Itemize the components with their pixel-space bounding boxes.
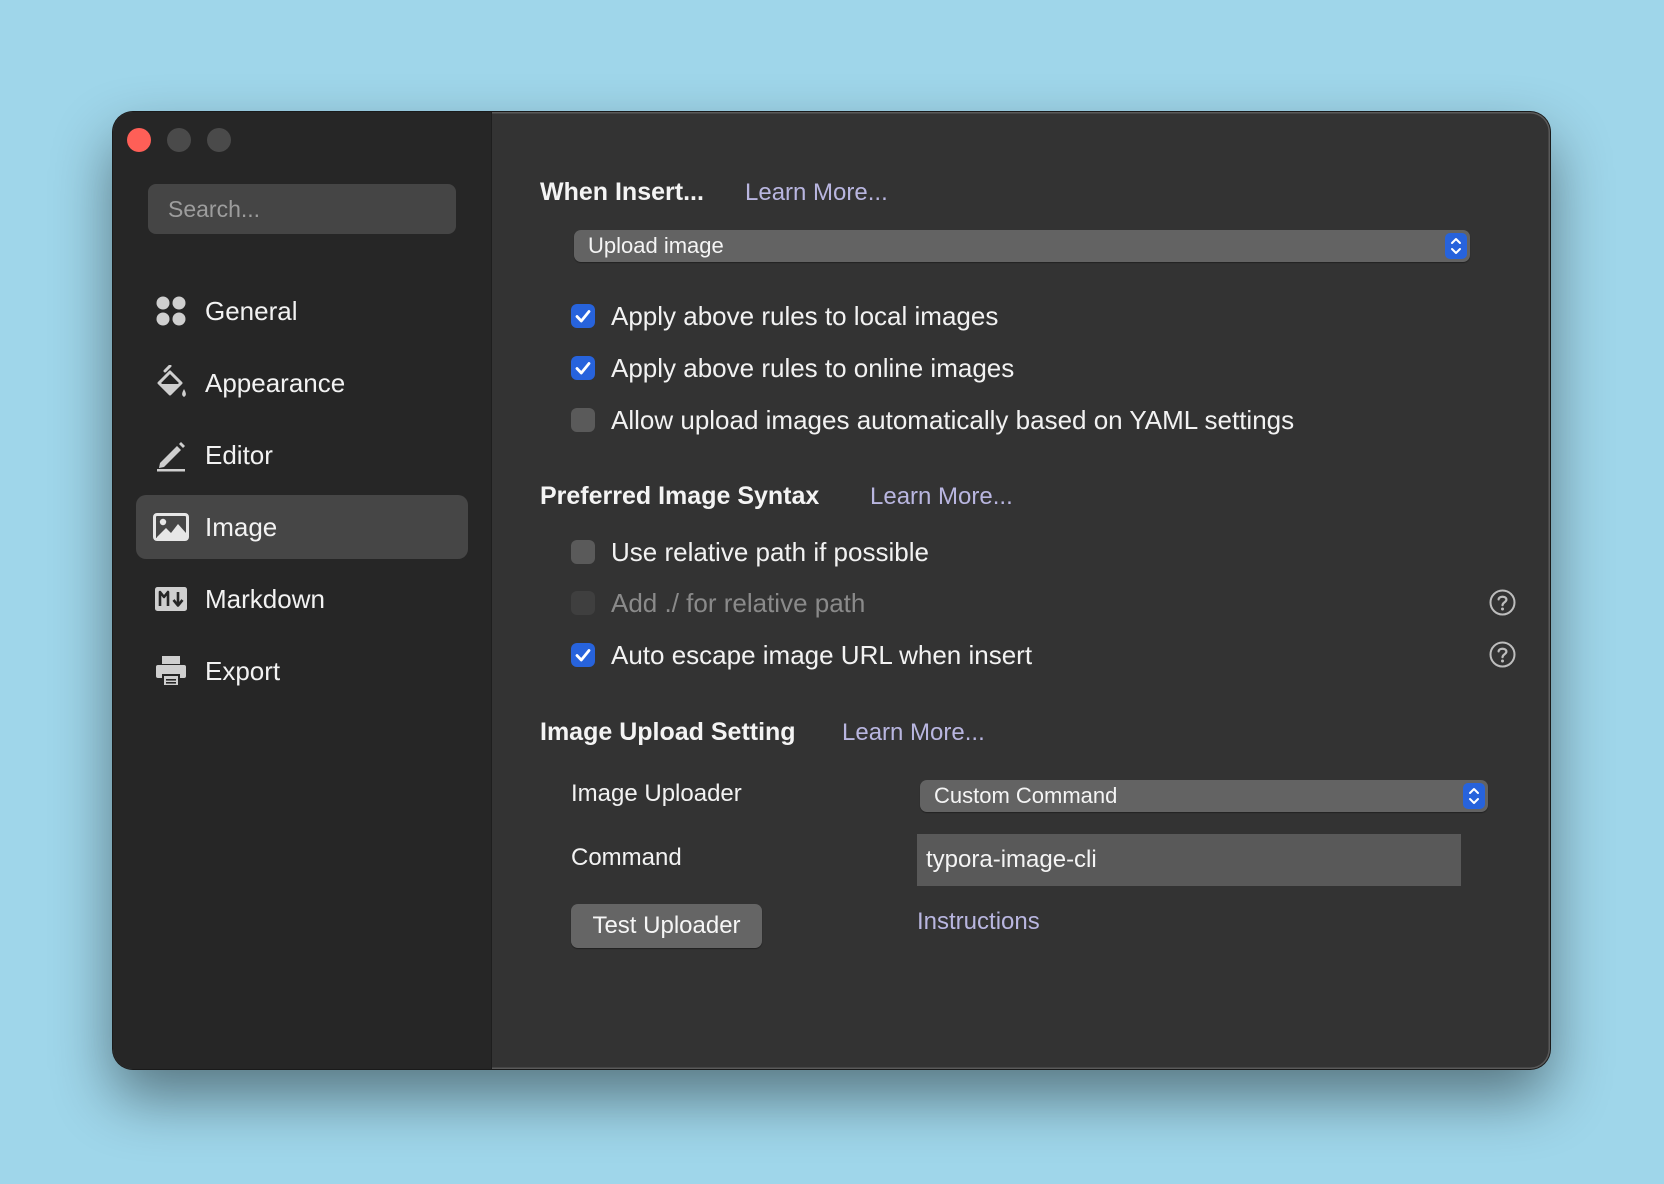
command-label: Command bbox=[571, 844, 682, 871]
sidebar-item-image[interactable]: Image bbox=[136, 495, 468, 559]
when-insert-learn-more-link[interactable]: Learn More... bbox=[745, 179, 888, 207]
when-insert-title: When Insert... bbox=[540, 178, 704, 206]
local-images-checkbox[interactable] bbox=[571, 304, 595, 328]
upload-setting-title: Image Upload Setting bbox=[540, 718, 796, 746]
sidebar-item-label: Export bbox=[205, 656, 281, 686]
auto-escape-checkbox[interactable] bbox=[571, 643, 595, 667]
relative-path-label: Use relative path if possible bbox=[611, 537, 929, 567]
instructions-link[interactable]: Instructions bbox=[917, 908, 1040, 936]
sidebar: Search... General Appearance Editor Imag… bbox=[113, 112, 492, 1069]
online-images-checkbox[interactable] bbox=[571, 356, 595, 380]
sidebar-item-export[interactable]: Export bbox=[136, 639, 468, 703]
chevron-up-down-icon bbox=[1463, 783, 1485, 809]
local-images-label: Apply above rules to local images bbox=[611, 301, 999, 331]
chevron-up-down-icon bbox=[1445, 233, 1467, 259]
search-input[interactable]: Search... bbox=[148, 184, 456, 234]
image-uploader-select[interactable]: Custom Command bbox=[920, 780, 1488, 812]
help-icon[interactable] bbox=[1489, 589, 1516, 616]
sidebar-item-editor[interactable]: Editor bbox=[136, 423, 468, 487]
upload-setting-learn-more-link[interactable]: Learn More... bbox=[842, 719, 985, 747]
yaml-upload-label: Allow upload images automatically based … bbox=[611, 405, 1295, 435]
sidebar-item-label: Editor bbox=[205, 440, 273, 470]
markdown-icon bbox=[153, 581, 189, 617]
online-images-label: Apply above rules to online images bbox=[611, 353, 1015, 383]
when-insert-select-value: Upload image bbox=[588, 233, 724, 258]
yaml-upload-checkbox[interactable] bbox=[571, 408, 595, 432]
close-window-button[interactable] bbox=[127, 128, 151, 152]
minimize-window-button[interactable] bbox=[167, 128, 191, 152]
grid-icon bbox=[153, 293, 189, 329]
sidebar-item-label: Appearance bbox=[205, 368, 346, 398]
sidebar-item-label: Image bbox=[205, 512, 278, 542]
help-icon[interactable] bbox=[1489, 641, 1516, 668]
sidebar-item-markdown[interactable]: Markdown bbox=[136, 567, 468, 631]
relative-path-checkbox[interactable] bbox=[571, 540, 595, 564]
dot-slash-label: Add ./ for relative path bbox=[611, 588, 866, 618]
paint-bucket-icon bbox=[153, 364, 189, 401]
image-icon bbox=[153, 509, 189, 545]
image-syntax-title: Preferred Image Syntax bbox=[540, 482, 820, 510]
maximize-window-button[interactable] bbox=[207, 128, 231, 152]
image-uploader-select-value: Custom Command bbox=[934, 783, 1118, 808]
command-input[interactable]: typora-image-cli bbox=[917, 834, 1461, 886]
test-uploader-button[interactable]: Test Uploader bbox=[571, 904, 762, 948]
sidebar-item-label: General bbox=[205, 296, 298, 326]
when-insert-select[interactable]: Upload image bbox=[574, 230, 1470, 262]
auto-escape-label: Auto escape image URL when insert bbox=[611, 640, 1033, 670]
printer-icon bbox=[153, 653, 189, 689]
sidebar-item-label: Markdown bbox=[205, 584, 325, 614]
image-uploader-label: Image Uploader bbox=[571, 780, 742, 807]
image-syntax-learn-more-link[interactable]: Learn More... bbox=[870, 483, 1013, 511]
sidebar-item-general[interactable]: General bbox=[136, 279, 468, 343]
sidebar-item-appearance[interactable]: Appearance bbox=[136, 351, 468, 415]
dot-slash-checkbox bbox=[571, 591, 595, 615]
preferences-window: Search... General Appearance Editor Imag… bbox=[113, 112, 1550, 1069]
pencil-icon bbox=[153, 437, 189, 473]
